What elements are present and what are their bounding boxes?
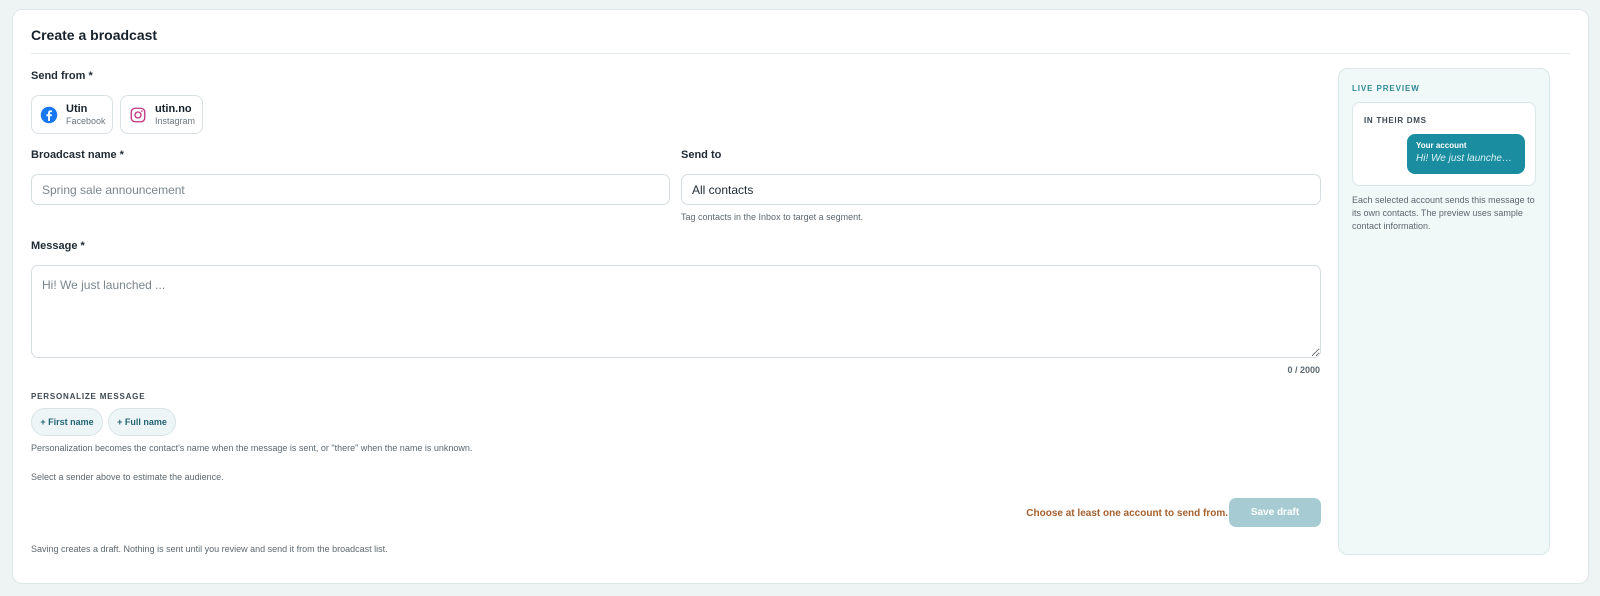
preview-note: Each selected account sends this message…	[1352, 195, 1535, 231]
bubble-sender: Your account	[1416, 141, 1467, 150]
dm-caption: IN THEIR DMS	[1364, 116, 1427, 125]
live-preview-caption: LIVE PREVIEW	[1352, 84, 1420, 93]
insert-first-name-chip[interactable]: + First name	[31, 408, 103, 436]
account-platform: Instagram	[155, 115, 196, 126]
broadcast-name-input[interactable]	[31, 174, 670, 205]
insert-full-name-chip[interactable]: + Full name	[108, 408, 176, 436]
account-name: utin.no	[155, 102, 192, 115]
broadcast-name-label: Broadcast name *	[31, 149, 124, 161]
account-platform: Facebook	[66, 115, 106, 126]
send-to-hint: Tag contacts in the Inbox to target a se…	[681, 212, 864, 222]
instagram-icon	[130, 107, 146, 122]
send-from-label: Send from *	[31, 70, 93, 82]
page-title: Create a broadcast	[31, 27, 158, 43]
personalize-hint: Personalization becomes the contact's na…	[31, 443, 473, 453]
title-divider	[31, 53, 1570, 54]
dm-preview-box: IN THEIR DMS Your account Hi! We just la…	[1352, 102, 1536, 186]
message-textarea[interactable]	[31, 265, 1321, 358]
send-to-input[interactable]	[681, 174, 1321, 205]
bubble-message: Hi! We just launched ...	[1416, 153, 1516, 164]
message-label: Message *	[31, 240, 85, 252]
message-bubble: Your account Hi! We just launched ...	[1407, 134, 1525, 174]
account-option-instagram[interactable]: utin.no Instagram	[120, 95, 203, 134]
broadcast-card: Create a broadcast Send from * Utin Face…	[12, 9, 1589, 584]
sender-warning: Choose at least one account to send from…	[1026, 508, 1228, 519]
facebook-icon	[40, 106, 58, 123]
audience-note: Select a sender above to estimate the au…	[31, 472, 224, 482]
save-draft-button[interactable]: Save draft	[1229, 498, 1321, 527]
account-name: Utin	[66, 102, 88, 115]
live-preview-panel: LIVE PREVIEW IN THEIR DMS Your account H…	[1338, 68, 1550, 555]
character-counter: 0 / 2000	[1287, 365, 1320, 375]
account-option-facebook[interactable]: Utin Facebook	[31, 95, 113, 134]
save-note: Saving creates a draft. Nothing is sent …	[31, 544, 388, 554]
send-to-label: Send to	[681, 149, 722, 161]
personalize-caption: PERSONALIZE MESSAGE	[31, 392, 146, 401]
